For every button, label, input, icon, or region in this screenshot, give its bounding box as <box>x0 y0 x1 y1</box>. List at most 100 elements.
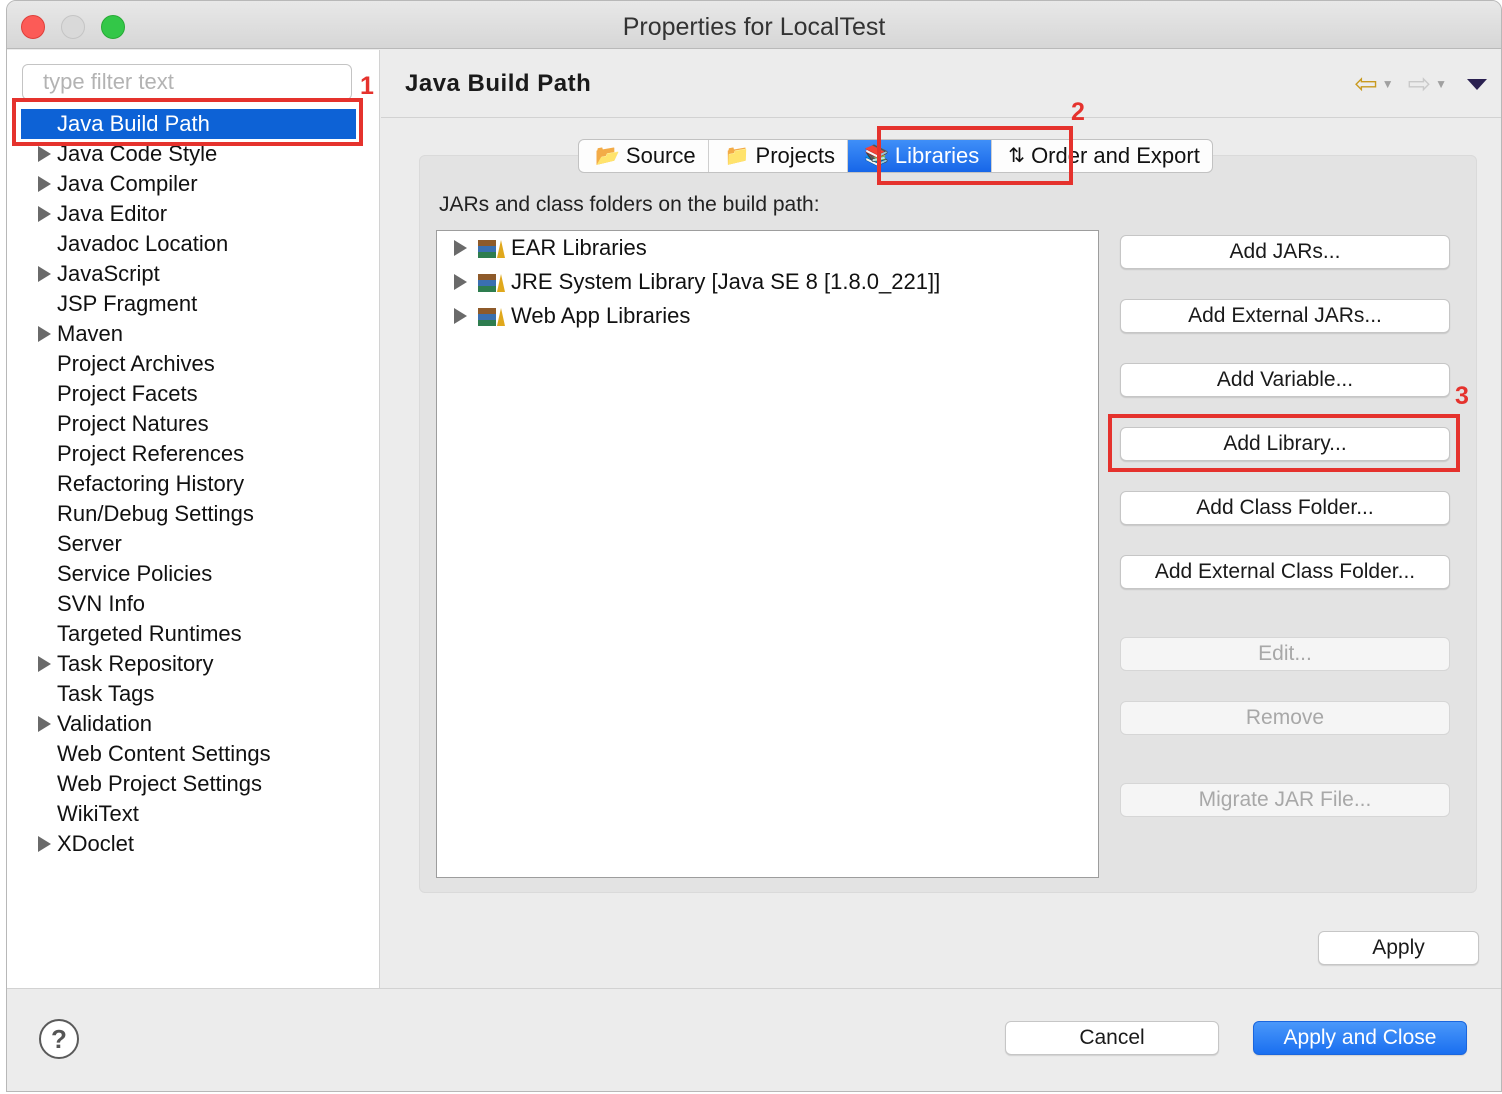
library-entry-label: JRE System Library [Java SE 8 [1.8.0_221… <box>511 269 941 294</box>
tree-item[interactable]: Project References <box>7 439 380 469</box>
annotation-number-1: 1 <box>360 72 374 100</box>
expand-arrow-icon[interactable] <box>38 266 51 282</box>
tree-item-label: Project Natures <box>57 411 209 436</box>
filter-input[interactable] <box>22 64 352 100</box>
tree-item[interactable]: Java Editor <box>7 199 380 229</box>
tree-item[interactable]: Task Repository <box>7 649 380 679</box>
expand-arrow-icon[interactable] <box>38 656 51 672</box>
library-entry-label: EAR Libraries <box>511 235 647 260</box>
tree-item-label: SVN Info <box>57 591 146 616</box>
annotation-box-3 <box>1108 414 1460 472</box>
tree-item-label: Run/Debug Settings <box>57 501 254 526</box>
tree-item[interactable]: Validation <box>7 709 380 739</box>
tree-item[interactable]: JavaScript <box>7 259 380 289</box>
tab-label: Source <box>625 143 696 168</box>
page-header: Java Build Path ⇦ ▼ ⇨ ▼ <box>381 50 1501 118</box>
tree-item[interactable]: XDoclet <box>7 829 380 859</box>
expand-arrow-icon[interactable] <box>38 176 51 192</box>
property-page-tree: Java Build Path Java Code Style Java Compi… <box>7 109 380 859</box>
expand-arrow-icon[interactable] <box>454 308 467 324</box>
tree-item-label: Validation <box>57 711 152 736</box>
annotation-number-3: 3 <box>1455 382 1469 410</box>
annotation-box-1 <box>12 98 363 146</box>
preferences-sidebar: Java Build PathJava Code StyleJava Compi… <box>7 50 380 988</box>
library-entry-label: Web App Libraries <box>511 303 691 328</box>
expand-arrow-icon[interactable] <box>38 146 51 162</box>
tree-item[interactable]: Maven <box>7 319 380 349</box>
view-menu-icon[interactable] <box>1467 78 1487 90</box>
properties-dialog: Properties for LocalTest Java Build Path… <box>6 0 1502 1092</box>
tree-item[interactable]: Run/Debug Settings <box>7 499 380 529</box>
tree-item[interactable]: Web Content Settings <box>7 739 380 769</box>
library-entry[interactable]: EAR Libraries <box>437 231 1098 265</box>
add-external-jars-button[interactable]: Add External JARs... <box>1120 299 1450 333</box>
title-bar: Properties for LocalTest <box>7 1 1501 49</box>
tree-item-label: XDoclet <box>57 831 135 856</box>
libraries-tree[interactable]: EAR Libraries JRE System Library [Java SE… <box>436 230 1099 878</box>
tree-item[interactable]: WikiText <box>7 799 380 829</box>
tree-item-label: WikiText <box>57 801 139 826</box>
footer-divider <box>7 988 1501 989</box>
tab-label: Projects <box>755 143 836 168</box>
edit-button[interactable]: Edit... <box>1120 637 1450 671</box>
tree-item-label: Web Content Settings <box>57 741 271 766</box>
page-navigation: ⇦ ▼ ⇨ ▼ <box>1354 68 1487 100</box>
tree-item[interactable]: Server <box>7 529 380 559</box>
tree-item-label: Service Policies <box>57 561 213 586</box>
expand-arrow-icon[interactable] <box>454 240 467 256</box>
tree-item-label: Server <box>57 531 122 556</box>
migrate-jar-button[interactable]: Migrate JAR File... <box>1120 783 1450 817</box>
apply-button[interactable]: Apply <box>1318 931 1479 965</box>
library-entry[interactable]: JRE System Library [Java SE 8 [1.8.0_221… <box>437 265 1098 299</box>
remove-button[interactable]: Remove <box>1120 701 1450 735</box>
tree-item-label: Project Facets <box>57 381 198 406</box>
tree-item-label: Project References <box>57 441 245 466</box>
apply-and-close-button[interactable]: Apply and Close <box>1253 1021 1467 1055</box>
expand-arrow-icon[interactable] <box>38 836 51 852</box>
library-entry[interactable]: Web App Libraries <box>437 299 1098 333</box>
help-icon[interactable]: ? <box>39 1019 79 1059</box>
add-external-class-folder-button[interactable]: Add External Class Folder... <box>1120 555 1450 589</box>
annotation-number-2: 2 <box>1071 98 1085 126</box>
tree-item-label: JSP Fragment <box>57 291 198 316</box>
tree-item-label: Refactoring History <box>57 471 245 496</box>
tree-item[interactable]: Project Facets <box>7 379 380 409</box>
tree-item[interactable]: Project Archives <box>7 349 380 379</box>
tab-projects[interactable]: 📁 Projects <box>709 140 849 172</box>
annotation-box-2 <box>877 126 1073 185</box>
tree-item[interactable]: SVN Info <box>7 589 380 619</box>
tree-item-label: Java Editor <box>57 201 168 226</box>
forward-arrow-icon[interactable]: ⇨ <box>1408 70 1431 98</box>
tree-item[interactable]: Task Tags <box>7 679 380 709</box>
tree-item[interactable]: Project Natures <box>7 409 380 439</box>
tree-item-label: Task Tags <box>57 681 155 706</box>
window-title: Properties for LocalTest <box>622 13 886 41</box>
tree-item-label: Web Project Settings <box>57 771 263 796</box>
back-history-dropdown-icon[interactable]: ▼ <box>1382 77 1394 91</box>
tree-item[interactable]: Javadoc Location <box>7 229 380 259</box>
cancel-button[interactable]: Cancel <box>1005 1021 1219 1055</box>
tree-item[interactable]: Targeted Runtimes <box>7 619 380 649</box>
tree-item-label: JavaScript <box>57 261 160 286</box>
tree-item[interactable]: Refactoring History <box>7 469 380 499</box>
back-arrow-icon[interactable]: ⇦ <box>1354 70 1377 98</box>
source-folder-icon: 📂 <box>595 145 620 167</box>
libraries-section-label: JARs and class folders on the build path… <box>439 193 820 216</box>
add-class-folder-button[interactable]: Add Class Folder... <box>1120 491 1450 525</box>
library-books-icon <box>478 308 505 326</box>
projects-folder-icon: 📁 <box>724 145 750 167</box>
expand-arrow-icon[interactable] <box>38 206 51 222</box>
add-variable-button[interactable]: Add Variable... <box>1120 363 1450 397</box>
tab-source[interactable]: 📂 Source <box>579 140 709 172</box>
tree-item-label: Targeted Runtimes <box>57 621 242 646</box>
tree-item[interactable]: Java Compiler <box>7 169 380 199</box>
add-jars-button[interactable]: Add JARs... <box>1120 235 1450 269</box>
tree-item[interactable]: Web Project Settings <box>7 769 380 799</box>
expand-arrow-icon[interactable] <box>38 326 51 342</box>
tree-item[interactable]: Service Policies <box>7 559 380 589</box>
library-books-icon <box>478 240 505 258</box>
expand-arrow-icon[interactable] <box>38 716 51 732</box>
forward-history-dropdown-icon[interactable]: ▼ <box>1435 77 1447 91</box>
expand-arrow-icon[interactable] <box>454 274 467 290</box>
tree-item[interactable]: JSP Fragment <box>7 289 380 319</box>
